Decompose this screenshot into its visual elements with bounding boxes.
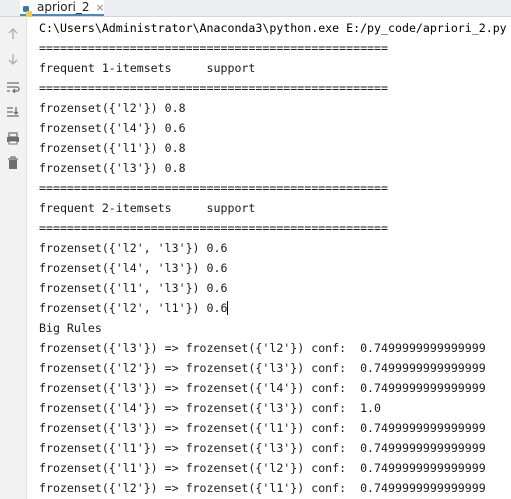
trash-icon[interactable] [5, 155, 21, 171]
python-icon [22, 2, 33, 17]
print-icon[interactable] [5, 130, 21, 146]
console-line: frozenset({'l2'}) => frozenset({'l3'}) c… [39, 361, 486, 375]
console-line: frozenset({'l2', 'l1'}) 0.6 [39, 301, 228, 315]
close-icon[interactable]: × [95, 1, 104, 14]
console-line: ========================================… [39, 81, 389, 95]
console-line: frequent 2-itemsets support [39, 201, 256, 215]
console-line: frozenset({'l3'}) => frozenset({'l4'}) c… [39, 381, 486, 395]
arrow-up-icon[interactable] [5, 26, 21, 42]
text-cursor [227, 301, 228, 315]
scroll-to-end-icon[interactable] [5, 104, 21, 120]
console-line: frozenset({'l3'}) 0.8 [39, 161, 186, 175]
console-line: frozenset({'l4'}) 0.6 [39, 121, 186, 135]
console-line: ========================================… [39, 221, 389, 235]
console-line: frozenset({'l2'}) 0.8 [39, 101, 186, 115]
console-toolbar [0, 17, 27, 499]
console-line: frozenset({'l4'}) => frozenset({'l3'}) c… [39, 401, 382, 415]
console-line-command: C:\Users\Administrator\Anaconda3\python.… [39, 21, 507, 35]
console-line: frozenset({'l1'}) => frozenset({'l2'}) c… [39, 461, 486, 475]
tab-label: apriori_2 [37, 0, 90, 14]
console-line: frozenset({'l3'}) => frozenset({'l1'}) c… [39, 421, 486, 435]
console-line: frozenset({'l1'}) => frozenset({'l3'}) c… [39, 441, 486, 455]
console-line: frequent 1-itemsets support [39, 61, 256, 75]
console-line: Big Rules [39, 321, 102, 335]
console-line: frozenset({'l2'}) => frozenset({'l1'}) c… [39, 481, 486, 495]
soft-wrap-icon[interactable] [5, 79, 21, 95]
console-line: frozenset({'l1'}) 0.8 [39, 141, 186, 155]
editor-tab-bar: apriori_2 × [0, 0, 511, 17]
console-line: frozenset({'l3'}) => frozenset({'l2'}) c… [39, 341, 486, 355]
console-line: ========================================… [39, 41, 389, 55]
console-line: frozenset({'l1', 'l3'}) 0.6 [39, 281, 228, 295]
console-line: frozenset({'l4', 'l3'}) 0.6 [39, 261, 228, 275]
console-line: ========================================… [39, 181, 389, 195]
arrow-down-icon[interactable] [5, 51, 21, 67]
tab-apriori-2[interactable]: apriori_2 × [20, 0, 105, 17]
console-output[interactable]: C:\Users\Administrator\Anaconda3\python.… [39, 18, 509, 499]
console-line: frozenset({'l2', 'l3'}) 0.6 [39, 241, 228, 255]
